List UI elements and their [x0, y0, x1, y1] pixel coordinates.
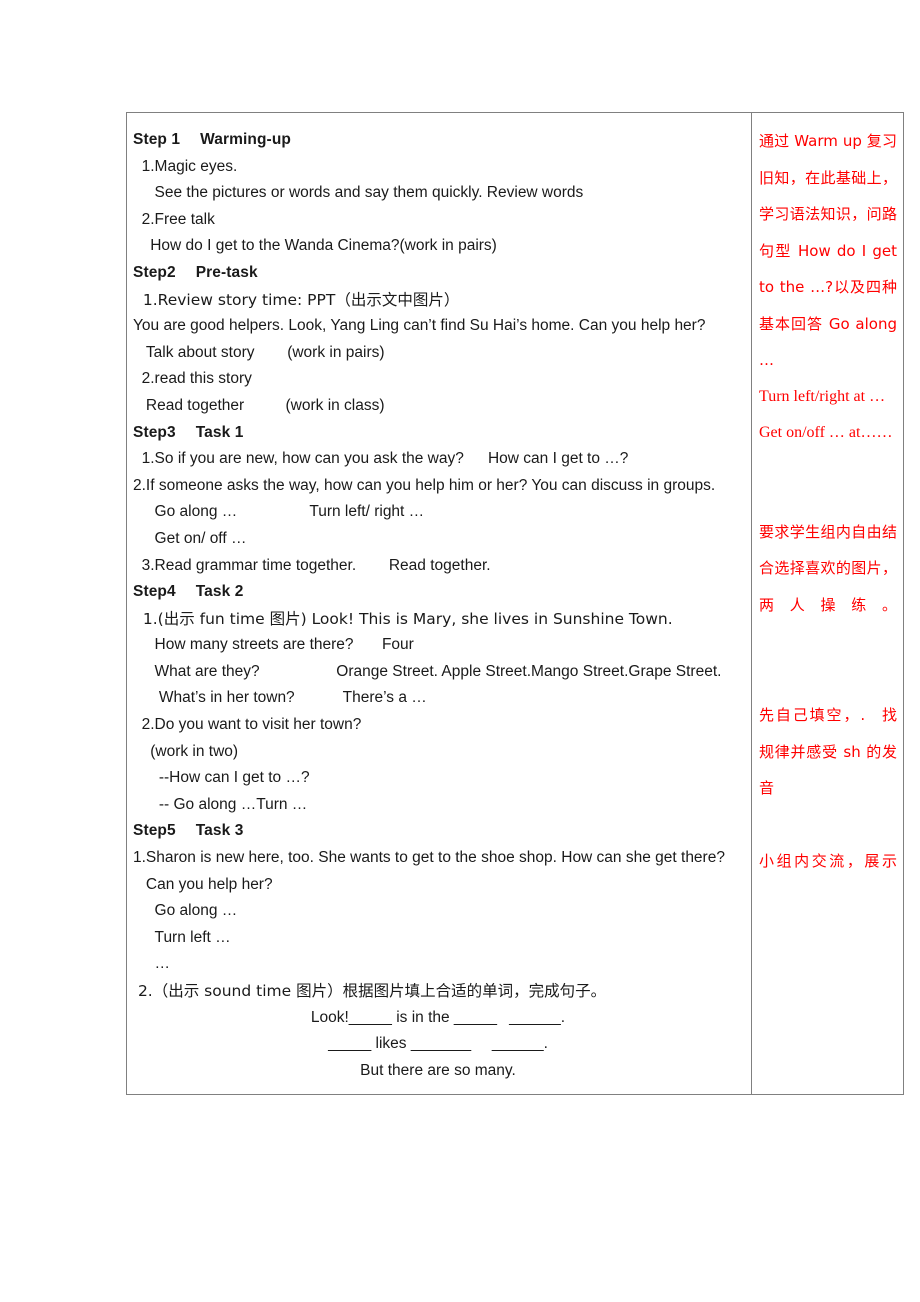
step-2-heading: Step2 Pre-task — [133, 263, 258, 281]
step-3-item-2: 2.If someone asks the way, how can you h… — [133, 476, 716, 494]
lesson-plan-table: Step 1 Warming-up 1.Magic eyes. See the … — [126, 111, 904, 1096]
step-2-item-1-detail: You are good helpers. Look, Yang Ling ca… — [133, 317, 706, 335]
step-2-item-1: 1.Review story time: PPT（出示文中图片） — [133, 290, 460, 309]
step-5-can-you-help: Can you help her? — [133, 875, 273, 893]
step-4-answer-line: -- Go along …Turn … — [133, 795, 308, 813]
design-notes-cell: 通过 Warm up 复习旧知，在此基础上，学习语法知识，问路句型 How do… — [751, 111, 904, 1096]
step-1-item-1-detail: See the pictures or words and say them q… — [133, 184, 584, 202]
notes-text-block: 通过 Warm up 复习旧知，在此基础上，学习语法知识，问路句型 How do… — [759, 123, 897, 879]
step-1-heading: Step 1 Warming-up — [133, 131, 291, 148]
step-3-heading: Step3 Task 1 — [133, 423, 244, 441]
step-1-item-2: 2.Free talk — [133, 210, 215, 228]
step-2-read-together: Read together (work in class) — [133, 396, 385, 414]
step-5-ellipsis: … — [133, 955, 171, 973]
sound-time-blank-line-2: _____ likes _______ ______. — [328, 1035, 548, 1053]
step-4-heading: Step4 Task 2 — [133, 583, 244, 601]
notes-spacer-3 — [759, 807, 897, 843]
step-1-item-1: 1.Magic eyes. — [133, 157, 238, 175]
step-2-talk-about-story: Talk about story (work in pairs) — [133, 343, 385, 361]
procedure-text-block: Step 1 Warming-up 1.Magic eyes. See the … — [133, 127, 743, 1084]
design-note-pairwork: 要求学生组内自由结合选择喜欢的图片，两人操练。 — [759, 522, 897, 614]
step-2-item-2: 2.read this story — [133, 370, 252, 388]
teaching-procedure-cell: Step 1 Warming-up 1.Magic eyes. See the … — [126, 111, 752, 1096]
design-note-answers: Turn left/right at … Get on/off … at…… — [759, 387, 893, 442]
sound-time-blank-line-3: But there are so many. — [360, 1061, 516, 1079]
step-4-whats-in-town: What’s in her town? There’s a … — [133, 689, 427, 707]
step-4-work-in-two: (work in two) — [133, 742, 239, 760]
step-5-item-2: 2.（出示 sound time 图片）根据图片填上合适的单词，完成句子。 — [133, 982, 607, 1000]
step-4-item-1: 1.(出示 fun time 图片) Look! This is Mary, s… — [133, 609, 673, 628]
step-5-go-along: Go along … — [133, 902, 238, 920]
notes-spacer-1 — [759, 452, 897, 514]
notes-spacer-2 — [759, 623, 897, 697]
table-row: Step 1 Warming-up 1.Magic eyes. See the … — [126, 111, 904, 1096]
step-4-question-line: --How can I get to …? — [133, 769, 310, 787]
step-5-heading: Step5 Task 3 — [133, 822, 244, 840]
step-1-item-2-detail: How do I get to the Wanda Cinema?(work i… — [133, 237, 497, 255]
design-note-share: 小组内交流，展示 — [759, 851, 897, 870]
sound-time-blank-line-1: Look!_____ is in the _____ ______. — [310, 1008, 566, 1026]
step-3-go-along: Go along … Turn left/ right … — [133, 503, 425, 521]
step-4-how-many-streets: How many streets are there? Four — [133, 636, 414, 654]
step-5-item-1: 1.Sharon is new here, too. She wants to … — [133, 849, 725, 867]
step-3-item-3: 3.Read grammar time together. Read toget… — [133, 556, 491, 574]
step-3-item-1: 1.So if you are new, how can you ask the… — [133, 450, 629, 468]
step-3-get-on-off: Get on/ off … — [133, 529, 247, 547]
step-4-item-2: 2.Do you want to visit her town? — [133, 716, 362, 734]
step-4-what-are-they: What are they? Orange Street. Apple Stre… — [133, 662, 722, 680]
document-page: Step 1 Warming-up 1.Magic eyes. See the … — [0, 0, 920, 1302]
design-note-warmup: 通过 Warm up 复习旧知，在此基础上，学习语法知识，问路句型 How do… — [759, 132, 897, 369]
step-5-turn-left: Turn left … — [133, 928, 231, 946]
design-note-fill-in: 先自己填空，. 找规律并感受 sh 的发音 — [759, 706, 897, 797]
